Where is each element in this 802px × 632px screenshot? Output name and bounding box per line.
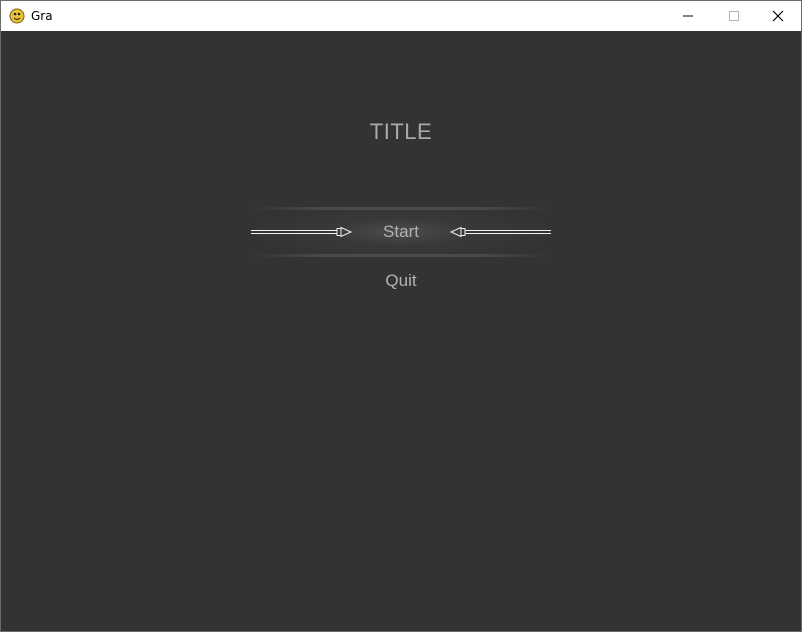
window-title: Gra — [31, 9, 53, 23]
game-title: TITLE — [369, 119, 433, 144]
minimize-button[interactable] — [665, 1, 711, 31]
python-snake-icon — [9, 8, 25, 24]
game-canvas[interactable]: TITLE Start Quit — [1, 31, 801, 631]
maximize-button[interactable] — [711, 1, 757, 31]
close-icon — [772, 10, 784, 22]
highlight-line-top — [251, 207, 551, 210]
minimize-icon — [682, 10, 694, 22]
title-bar[interactable]: Gra — [1, 1, 801, 31]
close-button[interactable] — [755, 1, 801, 31]
menu-item-start[interactable]: Start — [251, 207, 551, 257]
left-arrow-icon — [449, 225, 553, 239]
app-window: Gra TITLE Start Quit — [0, 0, 802, 632]
highlight-line-bottom — [251, 254, 551, 257]
maximize-icon — [728, 10, 740, 22]
menu-item-quit[interactable]: Quit — [351, 271, 451, 291]
